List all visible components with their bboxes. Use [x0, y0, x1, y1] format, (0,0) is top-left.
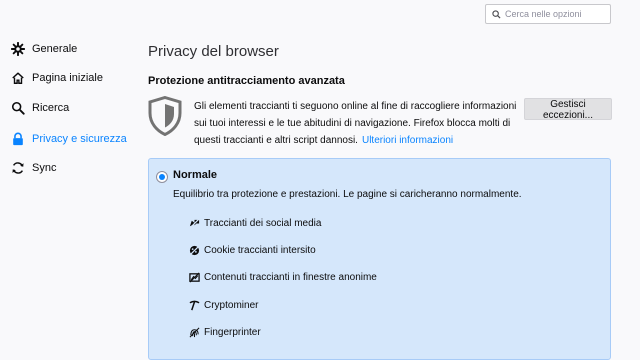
- tracker-label: Cryptominer: [204, 299, 259, 311]
- tracker-item: Fingerprinter: [188, 325, 261, 339]
- description-text: Gli elementi traccianti ti seguono onlin…: [194, 101, 517, 146]
- tracker-item: Contenuti traccianti in finestre anonime: [188, 270, 377, 284]
- standard-radio[interactable]: [156, 171, 168, 183]
- page-title: Privacy del browser: [148, 43, 279, 60]
- sidebar-item-label: Pagina iniziale: [32, 72, 103, 84]
- search-input[interactable]: [501, 9, 605, 19]
- section-title: Protezione antitracciamento avanzata: [148, 75, 345, 87]
- fingerprinter-icon: [188, 326, 200, 338]
- sidebar-item-label: Privacy e sicurezza: [32, 133, 127, 145]
- sidebar-item-pagina-iniziale[interactable]: Pagina iniziale: [10, 69, 103, 87]
- sidebar-item-label: Sync: [32, 162, 57, 174]
- tracker-item: Cookie traccianti intersito: [188, 243, 316, 257]
- tracker-label: Cookie traccianti intersito: [204, 244, 316, 256]
- learn-more-link[interactable]: Ulteriori informazioni: [362, 135, 453, 146]
- shield-icon: [148, 95, 182, 141]
- standard-protection-panel: Normale Equilibrio tra protezione e pres…: [148, 158, 611, 360]
- sync-icon: [10, 160, 26, 176]
- tracker-item: Cryptominer: [188, 298, 258, 312]
- cookie-icon: [188, 244, 200, 256]
- tracker-label: Contenuti traccianti in finestre anonime: [204, 271, 377, 283]
- standard-label[interactable]: Normale: [173, 169, 217, 181]
- cryptominer-icon: [188, 299, 200, 311]
- home-icon: [10, 70, 26, 86]
- tracking-content-icon: [188, 271, 200, 283]
- sidebar-item-label: Ricerca: [32, 102, 70, 114]
- manage-exceptions-button[interactable]: Gestisci eccezioni...: [524, 98, 612, 121]
- lock-icon: [10, 131, 26, 147]
- search-icon: [492, 9, 501, 19]
- sidebar-item-privacy[interactable]: Privacy e sicurezza: [10, 130, 127, 148]
- sidebar-item-label: Generale: [32, 43, 78, 55]
- tracking-description: Gli elementi traccianti ti seguono onlin…: [194, 98, 524, 149]
- search-icon: [10, 100, 26, 116]
- standard-description: Equilibrio tra protezione e prestazioni.…: [173, 189, 522, 200]
- sidebar-item-sync[interactable]: Sync: [10, 159, 56, 177]
- sidebar-item-generale[interactable]: Generale: [10, 40, 77, 58]
- social-tracker-icon: [188, 217, 200, 229]
- gear-icon: [10, 41, 26, 57]
- tracker-label: Traccianti dei social media: [204, 217, 322, 229]
- search-box[interactable]: [485, 4, 611, 24]
- sidebar-item-ricerca[interactable]: Ricerca: [10, 99, 69, 117]
- tracker-label: Fingerprinter: [204, 326, 261, 338]
- tracker-item: Traccianti dei social media: [188, 216, 321, 230]
